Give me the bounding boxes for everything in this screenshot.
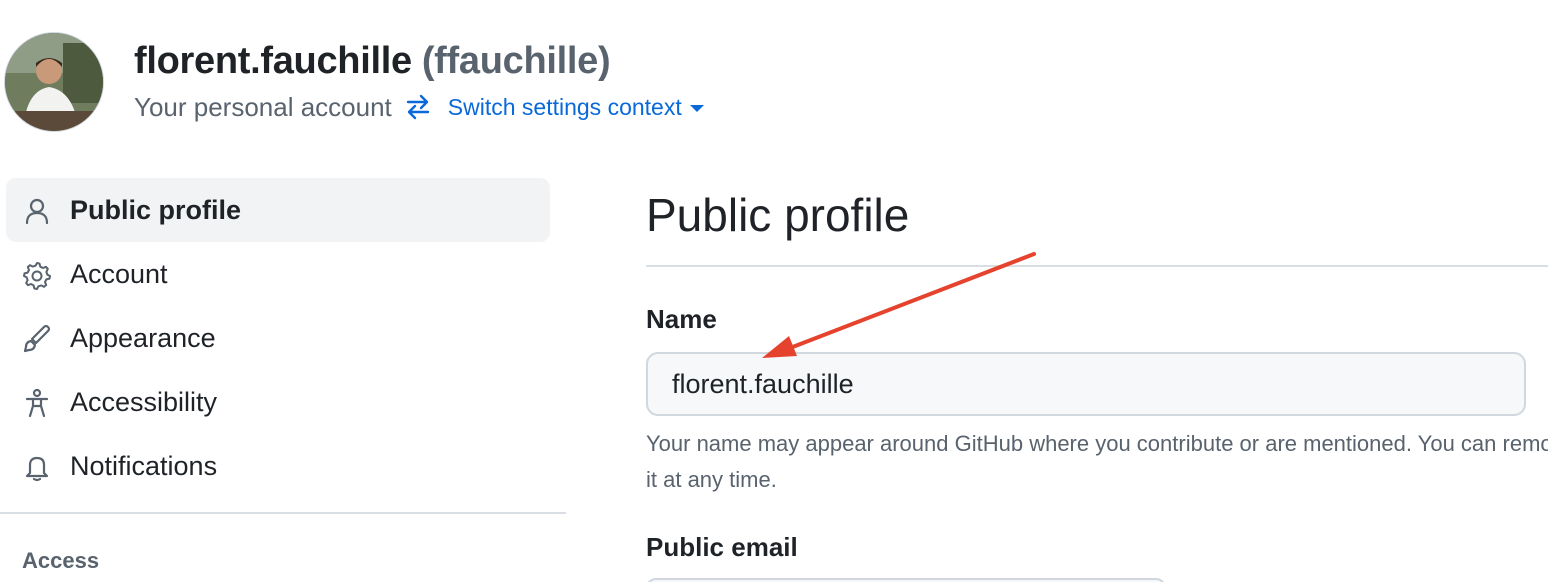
sidebar-item-accessibility[interactable]: Accessibility xyxy=(6,370,550,434)
settings-sidebar: Public profile Account Appearance Access… xyxy=(0,178,566,582)
sidebar-item-label: Notifications xyxy=(70,450,218,481)
public-email-label: Public email xyxy=(646,532,798,562)
sidebar-item-label: Appearance xyxy=(70,322,216,353)
settings-page: florent.fauchille (ffauchille) Your perso… xyxy=(0,0,1548,582)
arrow-switch-icon[interactable] xyxy=(404,93,432,121)
sidebar-item-notifications[interactable]: Notifications xyxy=(6,434,550,498)
sidebar-item-public-profile[interactable]: Public profile xyxy=(6,178,550,242)
person-icon xyxy=(25,198,49,225)
switch-context-link[interactable]: Switch settings context xyxy=(448,94,682,121)
sidebar-item-label: Account xyxy=(70,258,168,289)
sidebar-item-account[interactable]: Account xyxy=(6,242,550,306)
sidebar-item-label: Public profile xyxy=(70,194,242,225)
account-context: Your personal account Switch settings co… xyxy=(134,90,704,124)
login-name: (ffauchille) xyxy=(421,40,611,82)
sidebar-item-appearance[interactable]: Appearance xyxy=(6,306,550,370)
sidebar-divider xyxy=(0,512,566,514)
display-name: florent.fauchille xyxy=(134,40,412,82)
chevron-down-icon[interactable] xyxy=(689,105,704,112)
accessibility-icon xyxy=(25,388,49,418)
sidebar-section-heading: Access xyxy=(22,548,100,573)
sidebar-item-label: Accessibility xyxy=(70,386,218,417)
avatar[interactable] xyxy=(4,32,104,132)
paintbrush-icon xyxy=(23,324,51,353)
bell-icon xyxy=(25,456,49,482)
public-email-select[interactable] xyxy=(646,578,1166,582)
gear-icon xyxy=(23,262,51,290)
page-title: Public profile xyxy=(646,189,910,241)
title-divider xyxy=(646,265,1548,267)
avatar-photo xyxy=(5,33,103,131)
account-type: Your personal account xyxy=(134,91,392,122)
name-input[interactable] xyxy=(646,352,1526,416)
name-hint: Your name may appear around GitHub where… xyxy=(646,431,1548,492)
account-title: florent.fauchille (ffauchille) xyxy=(134,40,611,83)
name-label: Name xyxy=(646,304,717,334)
